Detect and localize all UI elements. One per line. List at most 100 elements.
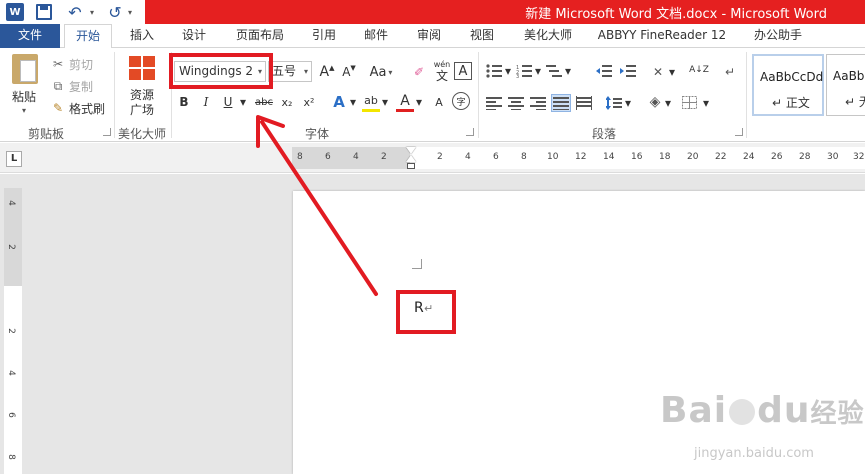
hanging-indent-icon[interactable] [406,155,416,162]
distributed-icon[interactable] [576,96,592,110]
resource-square-button[interactable]: 资源 广场 [126,54,160,120]
change-case-button[interactable]: Aa ▾ [366,62,396,82]
grow-font-button[interactable]: A ▲ [318,62,336,82]
cut-button[interactable]: ✂ 剪切 [50,55,93,73]
chinese-layout-dropdown-icon[interactable]: ▾ [668,62,676,82]
save-icon[interactable] [36,4,52,20]
ruler-tick: 6 [493,152,499,162]
underline-button[interactable]: U [220,92,236,112]
text-effects-dropdown-icon[interactable]: ▾ [348,92,358,112]
tab-page-layout[interactable]: 页面布局 [228,24,292,48]
grid-icon [129,56,157,82]
ruler-tick: 4 [353,152,359,162]
align-right-icon[interactable] [530,96,546,110]
document-char-highlight-box [396,290,456,334]
superscript-button[interactable]: x² [300,92,318,112]
format-painter-button[interactable]: ✎ 格式刷 [50,99,105,117]
clipboard-launcher-icon[interactable] [103,128,111,136]
character-border-button[interactable]: A [454,62,472,80]
font-size-dropdown[interactable]: 五号 ▾ [268,61,312,82]
undo-dropdown-icon[interactable]: ▾ [88,2,96,22]
word-logo-icon[interactable]: W [6,3,24,21]
ruler-tick: 6 [5,412,16,418]
subscript-button[interactable]: x₂ [278,92,296,112]
bold-button[interactable]: B [176,92,192,112]
tab-abbyy[interactable]: ABBYY FineReader 12 [592,24,732,48]
phonetic-guide-button[interactable]: wén 文 [432,58,452,84]
style-normal[interactable]: AaBbCcDd ↵ 正文 [752,54,824,116]
tab-beautify[interactable]: 美化大师 [516,24,580,48]
styles-gallery: AaBbCcDd ↵ 正文 AaBbC ↵ 无间 [750,54,865,140]
chinese-layout-icon[interactable]: ✕ [648,62,668,82]
ruler-tick: 2 [5,328,16,334]
line-spacing-icon[interactable] [605,96,622,110]
font-color-dropdown-icon[interactable]: ▾ [414,92,424,112]
borders-dropdown-icon[interactable]: ▾ [702,93,710,113]
tab-insert[interactable]: 插入 [122,24,162,48]
tab-file[interactable]: 文件 [0,24,60,48]
horizontal-ruler[interactable]: 8 6 4 2 2 4 6 8 10 12 14 16 18 20 22 24 … [292,147,865,169]
text-effects-button[interactable]: A [330,92,348,112]
sort-icon[interactable]: A↓Z [689,60,709,80]
style-name: ↵ 正文 [772,96,810,110]
tab-home[interactable]: 开始 [64,24,112,49]
decrease-indent-icon[interactable] [596,64,612,78]
line-spacing-dropdown-icon[interactable]: ▾ [624,93,632,113]
ruler-tick: 14 [603,152,615,162]
shading-dropdown-icon[interactable]: ▾ [664,93,672,113]
vertical-ruler[interactable]: 4 2 2 4 6 8 [4,188,22,474]
tab-review[interactable]: 审阅 [409,24,449,48]
highlight-dropdown-icon[interactable]: ▾ [380,92,390,112]
char-shading-icon[interactable]: A [430,92,448,112]
tab-design[interactable]: 设计 [174,24,214,48]
paragraph-launcher-icon[interactable] [735,128,743,136]
paintbrush-icon: ✎ [52,101,64,115]
document-page[interactable]: R ↵ [293,191,865,474]
numbering-icon[interactable]: 123 [516,64,532,80]
baidu-watermark-url: jingyan.baidu.com [694,446,814,461]
multilevel-dropdown-icon[interactable]: ▾ [564,61,572,81]
paste-dropdown-icon[interactable]: ▾ [22,106,26,115]
justify-icon[interactable] [551,94,571,112]
ruler-tick: 28 [799,152,811,162]
tab-references[interactable]: 引用 [304,24,344,48]
ruler-tick: 2 [5,244,16,250]
font-launcher-icon[interactable] [466,128,474,136]
tab-office-assistant[interactable]: 办公助手 [746,24,810,48]
paste-button[interactable]: 粘贴 ▾ [8,54,42,118]
increase-indent-icon[interactable] [620,64,636,78]
bullets-icon[interactable] [486,64,502,78]
highlight-button[interactable]: ab [362,92,380,112]
ruler-tick: 10 [547,152,559,162]
multilevel-list-icon[interactable] [546,64,562,78]
redo-icon[interactable]: ↺ [106,2,124,22]
shrink-font-button[interactable]: A ▼ [340,62,358,82]
enclose-characters-button[interactable]: 字 [452,92,470,110]
underline-dropdown-icon[interactable]: ▾ [238,92,248,112]
align-center-icon[interactable] [508,96,524,110]
left-indent-icon[interactable] [407,163,415,169]
format-painter-label: 格式刷 [69,101,106,116]
customize-qat-icon[interactable]: ▾ [126,2,134,22]
font-color-button[interactable]: A [396,92,414,112]
ruler-tick: 22 [715,152,727,162]
show-marks-icon[interactable]: ↵ [722,62,738,82]
clear-formatting-icon[interactable]: ✐ [410,62,428,82]
borders-icon[interactable] [682,96,698,110]
tab-view[interactable]: 视图 [462,24,502,48]
ruler-tick: 24 [743,152,755,162]
undo-icon[interactable]: ↶ [66,2,84,22]
italic-button[interactable]: I [198,92,214,112]
first-line-indent-icon[interactable] [406,147,416,154]
bullets-dropdown-icon[interactable]: ▾ [504,61,512,81]
align-left-icon[interactable] [486,96,502,110]
shading-icon[interactable]: ◈ [646,92,664,112]
ruler-tick: 2 [381,152,387,162]
indent-marker[interactable] [406,147,416,173]
style-no-spacing[interactable]: AaBbC ↵ 无间 [826,54,865,116]
tab-mailings[interactable]: 邮件 [356,24,396,48]
tab-selector[interactable]: L [6,151,22,167]
numbering-dropdown-icon[interactable]: ▾ [534,61,542,81]
strikethrough-button[interactable]: abc [254,92,274,112]
copy-button[interactable]: ⧉ 复制 [50,77,93,95]
